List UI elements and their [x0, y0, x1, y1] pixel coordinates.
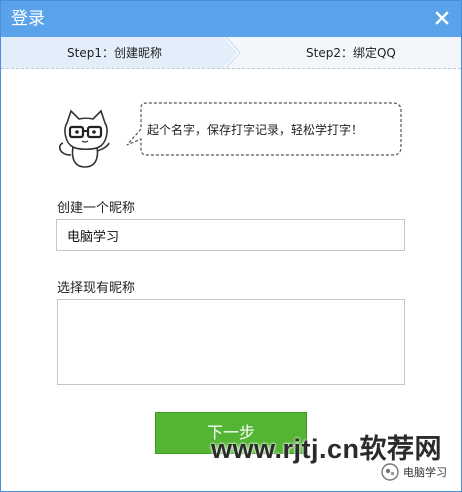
login-dialog: 登录 Step1：创建昵称 Step2：绑定QQ 起个名字，保存打字记录，轻松学…: [0, 0, 462, 492]
dialog-title: 登录: [11, 9, 45, 29]
close-icon: [435, 11, 449, 25]
watermark-account: 电脑学习: [403, 466, 447, 479]
step-indicator: Step1：创建昵称 Step2：绑定QQ: [1, 37, 461, 69]
nickname-input[interactable]: [56, 219, 405, 251]
step-2-label: Step2：绑定QQ: [306, 46, 396, 60]
close-button[interactable]: [429, 5, 455, 31]
watermark-site: www.rjtj.cn软荐网: [211, 434, 443, 464]
title-bar[interactable]: 登录: [1, 1, 461, 37]
nickname-label: 创建一个昵称: [57, 201, 136, 216]
existing-nickname-list[interactable]: [57, 299, 405, 385]
step-1-label: Step1：创建昵称: [67, 46, 162, 60]
step-1: Step1：创建昵称: [1, 37, 241, 68]
speech-text: 起个名字，保存打字记录，轻松学打字！: [147, 123, 364, 137]
existing-nickname-label: 选择现有昵称: [57, 281, 136, 296]
wechat-logo-icon: [381, 463, 399, 481]
cat-mascot-icon: [58, 109, 110, 168]
